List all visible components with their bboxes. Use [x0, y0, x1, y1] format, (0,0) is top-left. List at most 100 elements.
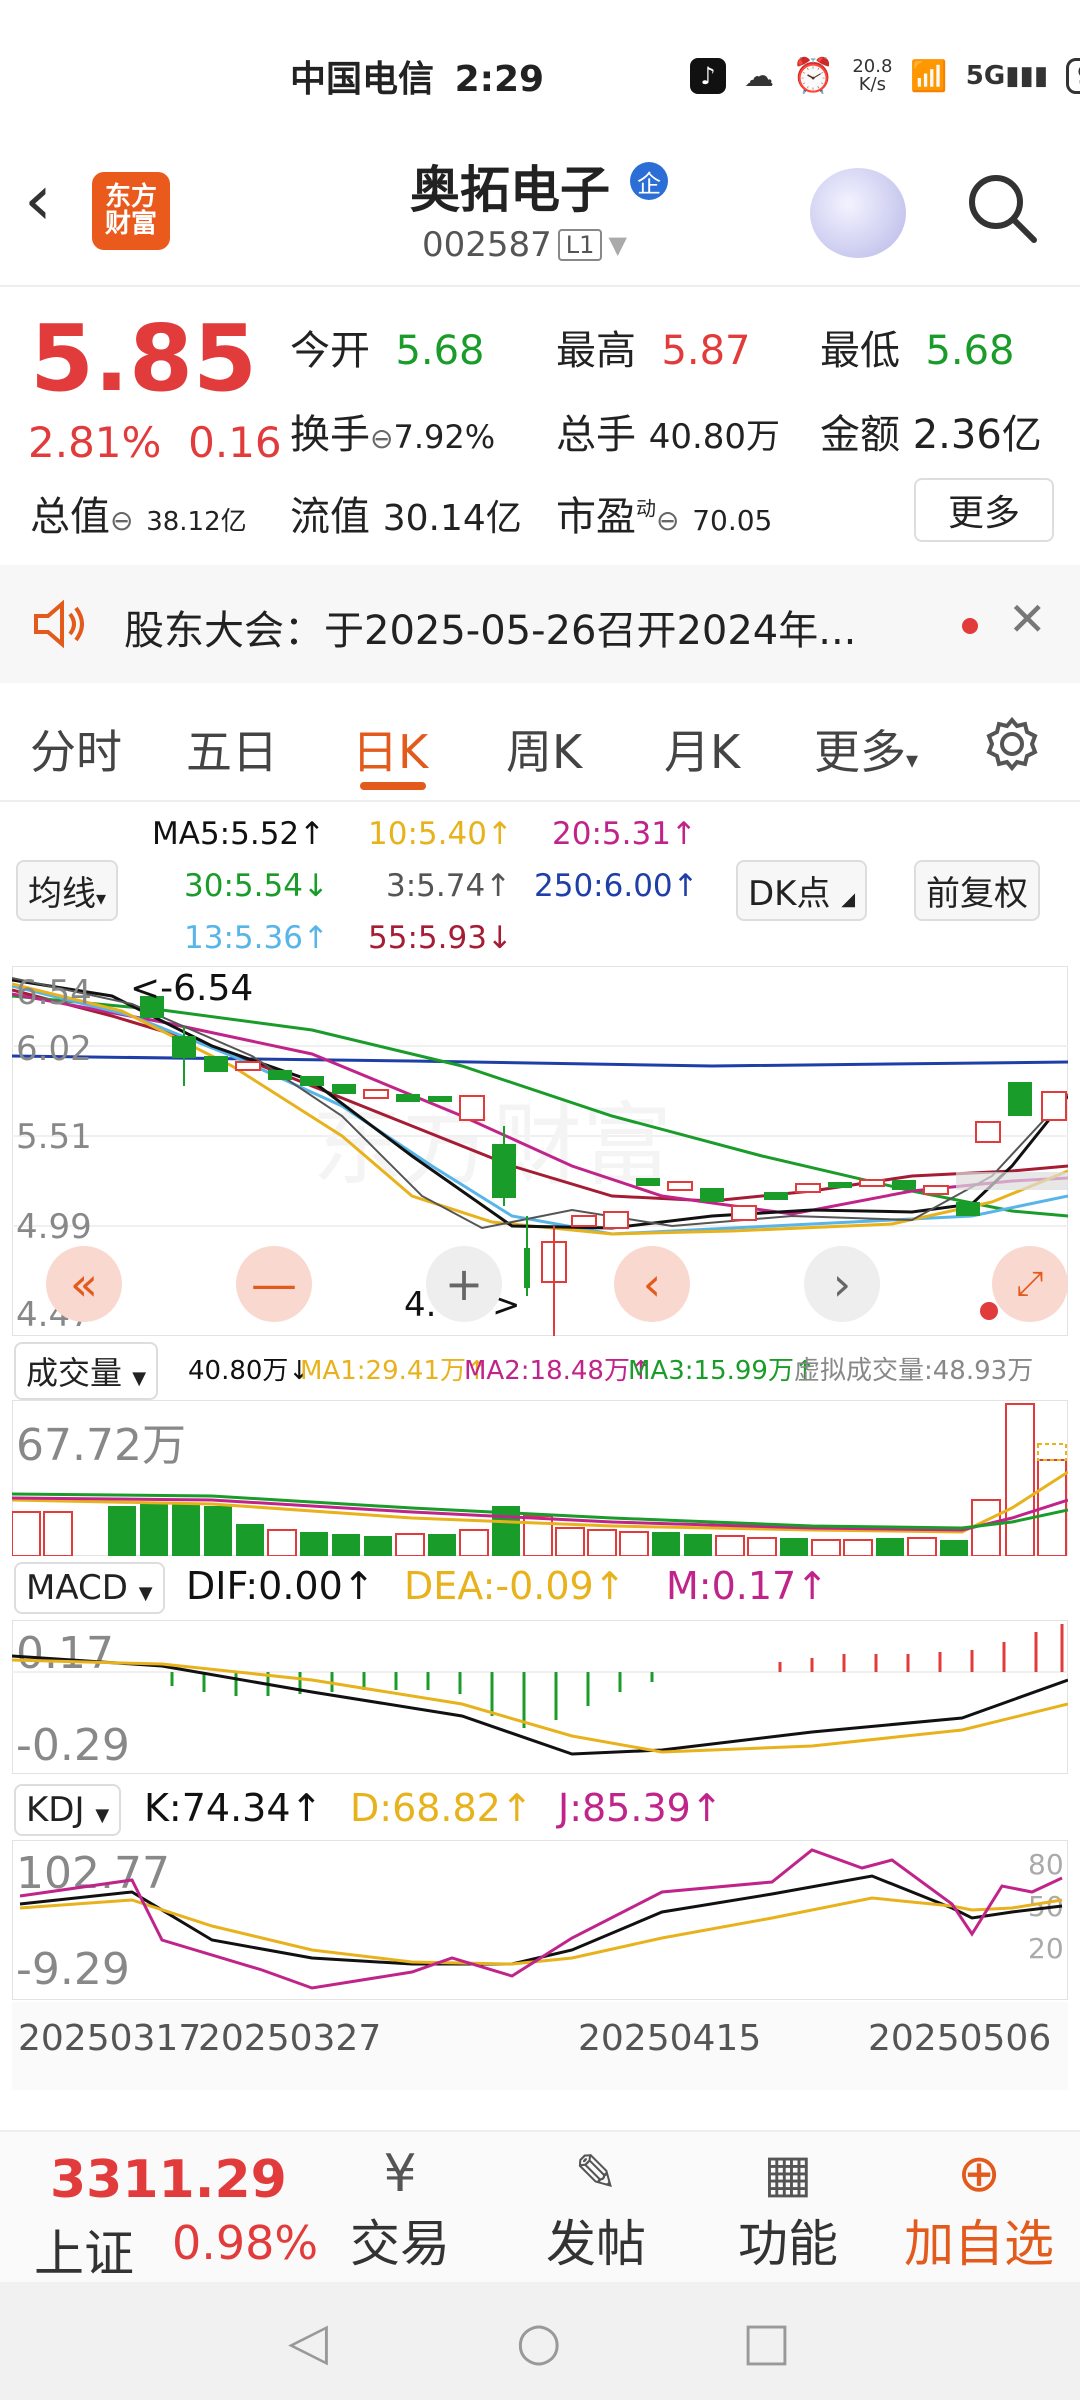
- notice-text[interactable]: 股东大会：于2025-05-26召开2024年...: [124, 598, 856, 656]
- volume-selector[interactable]: 成交量 ▼: [14, 1342, 159, 1400]
- ma3-value: 3:5.74↑: [386, 868, 512, 904]
- y-tick: 5.51: [16, 1117, 92, 1157]
- ma-selector[interactable]: 均线▾: [16, 860, 119, 921]
- stock-code[interactable]: 002587 L1 ▼: [422, 225, 627, 265]
- tab-intraday[interactable]: 分时: [30, 716, 122, 782]
- date-label: 20250317: [18, 2018, 202, 2059]
- index-name[interactable]: 上证: [34, 2214, 134, 2286]
- kdj-bottom-tick: -9.29: [16, 1944, 130, 1995]
- max-marker: <-6.54: [130, 968, 253, 1009]
- divider: [0, 285, 1080, 287]
- tab-daily-k[interactable]: 日K: [352, 716, 428, 782]
- kline-chart[interactable]: 东方财富: [12, 966, 1068, 1336]
- float-cap-field: 流值 30.14亿: [290, 494, 522, 540]
- volume-value: 40.80万↓: [188, 1356, 311, 1386]
- battery-indicator: 91: [1066, 58, 1080, 94]
- market-cap-field: 总值⊖ 38.12亿: [30, 494, 247, 540]
- more-quote-button[interactable]: 更多: [914, 478, 1054, 542]
- volume-ma1: MA1:29.41万↑: [300, 1356, 488, 1386]
- macd-chart: 0.17 -0.29: [12, 1620, 1068, 1774]
- kdj-top-tick: 102.77: [16, 1848, 170, 1899]
- macd-m: M:0.17↑: [666, 1564, 829, 1608]
- clock: 2:29: [454, 59, 545, 100]
- ma30-value: 30:5.54↓: [184, 868, 329, 904]
- kdj-d: D:68.82↑: [350, 1786, 533, 1830]
- robot-assistant-avatar[interactable]: [810, 168, 906, 258]
- yen-exchange-icon: ¥: [383, 2144, 417, 2204]
- macd-dea: DEA:-0.09↑: [404, 1564, 626, 1608]
- nav-home-icon[interactable]: ○: [516, 2312, 561, 2372]
- speaker-icon: [34, 599, 84, 649]
- pe-field: 市盈动⊖ 70.05: [556, 494, 773, 540]
- signal-icon: 5G▮▮▮: [965, 61, 1049, 91]
- rewind-icon[interactable]: «: [46, 1246, 122, 1322]
- function-button[interactable]: ▦ 功能: [738, 2144, 838, 2276]
- virtual-volume: 虚拟成交量:48.93万: [794, 1356, 1034, 1386]
- low-field: 最低 5.68: [820, 328, 1015, 374]
- ma10-value: 10:5.40↑: [368, 816, 513, 852]
- volume-ma2: MA2:18.48万↑: [464, 1356, 652, 1386]
- tab-monthly-k[interactable]: 月K: [664, 716, 740, 782]
- macd-dif: DIF:0.00↑: [186, 1564, 375, 1608]
- edit-icon: ✎: [574, 2144, 618, 2204]
- zoom-out-icon[interactable]: —: [236, 1246, 312, 1322]
- volume-max-tick: 67.72万: [16, 1420, 186, 1471]
- tab-weekly-k[interactable]: 周K: [506, 716, 582, 782]
- divider: [0, 800, 1080, 802]
- app-logo: 东方 财富: [92, 172, 170, 250]
- enterprise-badge: 企: [630, 162, 668, 200]
- chevron-down-icon: ▼: [608, 231, 627, 259]
- close-icon[interactable]: ✕: [1008, 592, 1047, 646]
- date-label: 20250415: [578, 2018, 762, 2059]
- tab-more[interactable]: 更多▾: [814, 716, 918, 782]
- wifi-icon: 📶: [910, 58, 948, 94]
- grid-icon: ▦: [763, 2144, 813, 2204]
- date-label: 20250327: [198, 2018, 382, 2059]
- gear-icon[interactable]: [982, 714, 1042, 774]
- kdj-j: J:85.39↑: [558, 1786, 723, 1830]
- dk-point-button[interactable]: DK点 ◢: [736, 860, 868, 921]
- ma55-value: 55:5.93↓: [368, 920, 513, 956]
- level-badge: L1: [557, 229, 603, 261]
- nav-recents-icon[interactable]: □: [742, 2312, 791, 2372]
- kdj-ref-80: 80: [1028, 1848, 1064, 1881]
- kdj-chart: 102.77 -9.29 80 50 20: [12, 1840, 1068, 2000]
- fullscreen-icon[interactable]: ⤢: [992, 1246, 1068, 1322]
- volume-ma3: MA3:15.99万↑: [628, 1356, 816, 1386]
- high-field: 最高 5.87: [556, 328, 751, 374]
- crosshair-icon[interactable]: +: [426, 1246, 502, 1322]
- carrier: 中国电信: [290, 59, 435, 100]
- chevron-left-icon[interactable]: ‹: [614, 1246, 690, 1322]
- index-pct[interactable]: 0.98%: [172, 2216, 318, 2270]
- alert-dot: [980, 1302, 998, 1320]
- y-tick: 6.54: [16, 973, 92, 1013]
- trade-button[interactable]: ¥ 交易: [350, 2144, 450, 2276]
- add-watchlist-button[interactable]: ⊕ 加自选: [904, 2144, 1054, 2276]
- amount-field: 金额 2.36亿: [820, 412, 1042, 458]
- ma13-value: 13:5.36↑: [184, 920, 329, 956]
- index-value[interactable]: 3311.29: [50, 2150, 287, 2210]
- post-button[interactable]: ✎ 发帖: [546, 2144, 646, 2276]
- status-carrier-time: 中国电信 2:29: [290, 50, 544, 102]
- adjust-button[interactable]: 前复权: [914, 860, 1040, 921]
- ma5-value: MA5:5.52↑: [152, 816, 326, 852]
- back-icon[interactable]: ‹: [24, 165, 52, 235]
- price-change: 2.81% 0.16: [28, 418, 282, 467]
- weather-icon: ☁: [744, 58, 774, 94]
- status-icons: ♪ ☁ ⏰ 20.8K/s 📶 5G▮▮▮ 91: [690, 56, 1080, 96]
- stock-name: 奥拓电子: [410, 161, 610, 219]
- tab-five-day[interactable]: 五日: [186, 716, 278, 782]
- volume-chart: 67.72万: [12, 1400, 1068, 1556]
- kdj-selector[interactable]: KDJ ▼: [14, 1784, 122, 1836]
- plus-circle-icon: ⊕: [957, 2144, 1001, 2204]
- open-field: 今开 5.68: [290, 328, 485, 374]
- chevron-right-icon[interactable]: ›: [804, 1246, 880, 1322]
- macd-selector[interactable]: MACD ▼: [14, 1562, 165, 1614]
- net-speed: 20.8 K/s: [852, 56, 893, 95]
- volume-field: 总手 40.80万: [556, 412, 781, 458]
- kdj-k: K:74.34↑: [144, 1786, 323, 1830]
- search-icon[interactable]: [962, 168, 1042, 248]
- ma20-value: 20:5.31↑: [552, 816, 697, 852]
- nav-back-icon[interactable]: ◁: [288, 2312, 328, 2372]
- ma250-value: 250:6.00↑: [534, 868, 699, 904]
